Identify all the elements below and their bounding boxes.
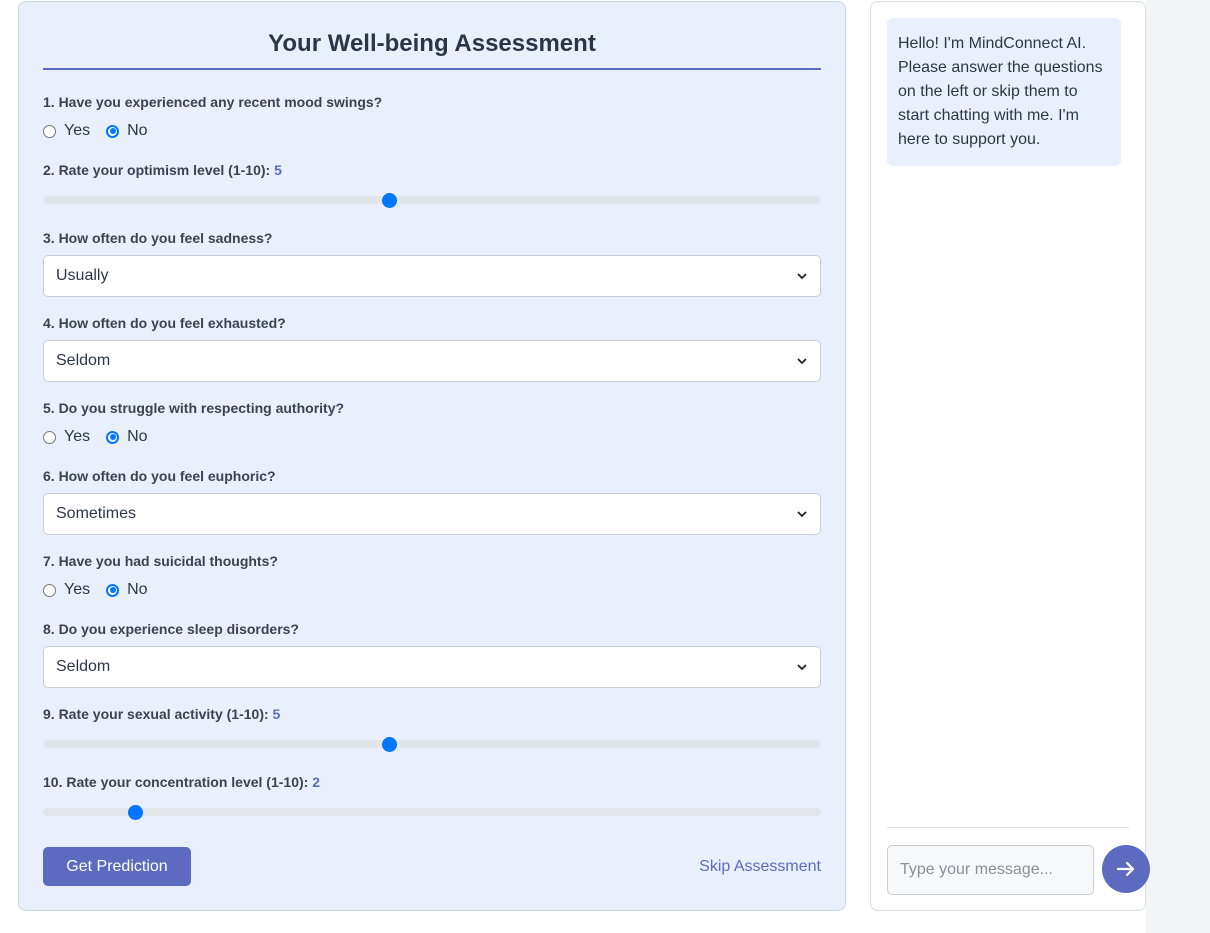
question-1-yes-radio[interactable]	[43, 124, 56, 138]
page-title: Your Well-being Assessment	[268, 30, 596, 57]
bot-message-bubble: Hello! I'm MindConnect AI. Please answer…	[887, 18, 1121, 166]
question-9-value: 5	[272, 706, 281, 722]
question-10-label: 10. Rate your concentration level (1-10)…	[43, 773, 320, 791]
exhaustion-frequency-select[interactable]: Seldom	[43, 340, 821, 382]
slider-track[interactable]	[43, 740, 821, 748]
question-2-text: 2. Rate your optimism level (1-10):	[43, 162, 271, 178]
chat-panel: Hello! I'm MindConnect AI. Please answer…	[870, 1, 1150, 911]
option-label: No	[127, 428, 148, 445]
slider-thumb[interactable]	[127, 805, 143, 820]
slider-thumb[interactable]	[382, 737, 398, 752]
chevron-down-icon	[797, 273, 807, 280]
question-7-options: Yes No	[43, 580, 164, 600]
question-1-options: Yes No	[43, 121, 164, 141]
skip-assessment-link[interactable]: Skip Assessment	[699, 858, 821, 876]
slider-track[interactable]	[43, 808, 821, 816]
question-4-label: 4. How often do you feel exhausted?	[43, 315, 286, 331]
get-prediction-button[interactable]: Get Prediction	[43, 847, 191, 886]
option-label: No	[127, 581, 148, 598]
chat-input-placeholder: Type your message...	[900, 861, 1053, 878]
question-3-label: 3. How often do you feel sadness?	[43, 230, 273, 246]
optimism-slider[interactable]	[43, 192, 821, 208]
question-2-value: 5	[274, 162, 282, 178]
select-value: Seldom	[56, 658, 111, 675]
question-2-label: 2. Rate your optimism level (1-10): 5	[43, 161, 282, 179]
chat-divider	[887, 827, 1129, 828]
question-1-label: 1. Have you experienced any recent mood …	[43, 94, 383, 110]
question-1-no-option[interactable]: No	[106, 122, 148, 140]
question-7-no-option[interactable]: No	[106, 581, 148, 599]
select-value: Usually	[56, 267, 109, 284]
question-5-no-radio[interactable]	[106, 430, 120, 444]
question-7-label: 7. Have you had suicidal thoughts?	[43, 553, 278, 569]
euphoria-frequency-select[interactable]: Sometimes	[43, 493, 821, 535]
send-message-button[interactable]	[1102, 845, 1150, 893]
option-label: Yes	[64, 581, 91, 598]
question-10-value: 2	[312, 774, 320, 790]
question-9-text: 9. Rate your sexual activity (1-10):	[43, 706, 269, 722]
question-5-yes-option[interactable]: Yes	[43, 428, 90, 446]
question-1-yes-option[interactable]: Yes	[43, 122, 90, 140]
select-value: Sometimes	[56, 505, 137, 522]
title-divider	[43, 68, 821, 70]
question-6-label: 6. How often do you feel euphoric?	[43, 468, 276, 484]
question-7-no-radio[interactable]	[106, 583, 120, 597]
sexual-activity-slider[interactable]	[43, 736, 821, 752]
question-7-yes-radio[interactable]	[43, 583, 56, 597]
question-1-no-radio[interactable]	[106, 124, 120, 138]
chevron-down-icon	[797, 664, 807, 671]
concentration-slider[interactable]	[43, 804, 821, 820]
option-label: No	[127, 122, 148, 139]
question-5-no-option[interactable]: No	[106, 428, 148, 446]
question-5-options: Yes No	[43, 427, 164, 447]
slider-track[interactable]	[43, 196, 821, 204]
sleep-disorder-select[interactable]: Seldom	[43, 646, 821, 688]
page-background-strip	[1146, 0, 1210, 933]
question-8-label: 8. Do you experience sleep disorders?	[43, 621, 299, 637]
sadness-frequency-select[interactable]: Usually	[43, 255, 821, 297]
option-label: Yes	[64, 122, 91, 139]
arrow-right-icon	[1116, 861, 1135, 877]
question-5-yes-radio[interactable]	[43, 430, 56, 444]
chat-message-input[interactable]: Type your message...	[887, 845, 1094, 895]
chevron-down-icon	[797, 358, 807, 365]
assessment-panel: Your Well-being Assessment 1. Have you e…	[18, 1, 846, 911]
chevron-down-icon	[797, 511, 807, 518]
question-9-label: 9. Rate your sexual activity (1-10): 5	[43, 705, 280, 723]
question-7-yes-option[interactable]: Yes	[43, 581, 90, 599]
question-5-label: 5. Do you struggle with respecting autho…	[43, 400, 345, 416]
select-value: Seldom	[56, 352, 111, 369]
option-label: Yes	[64, 428, 91, 445]
question-10-text: 10. Rate your concentration level (1-10)…	[43, 774, 309, 790]
slider-thumb[interactable]	[382, 193, 398, 208]
